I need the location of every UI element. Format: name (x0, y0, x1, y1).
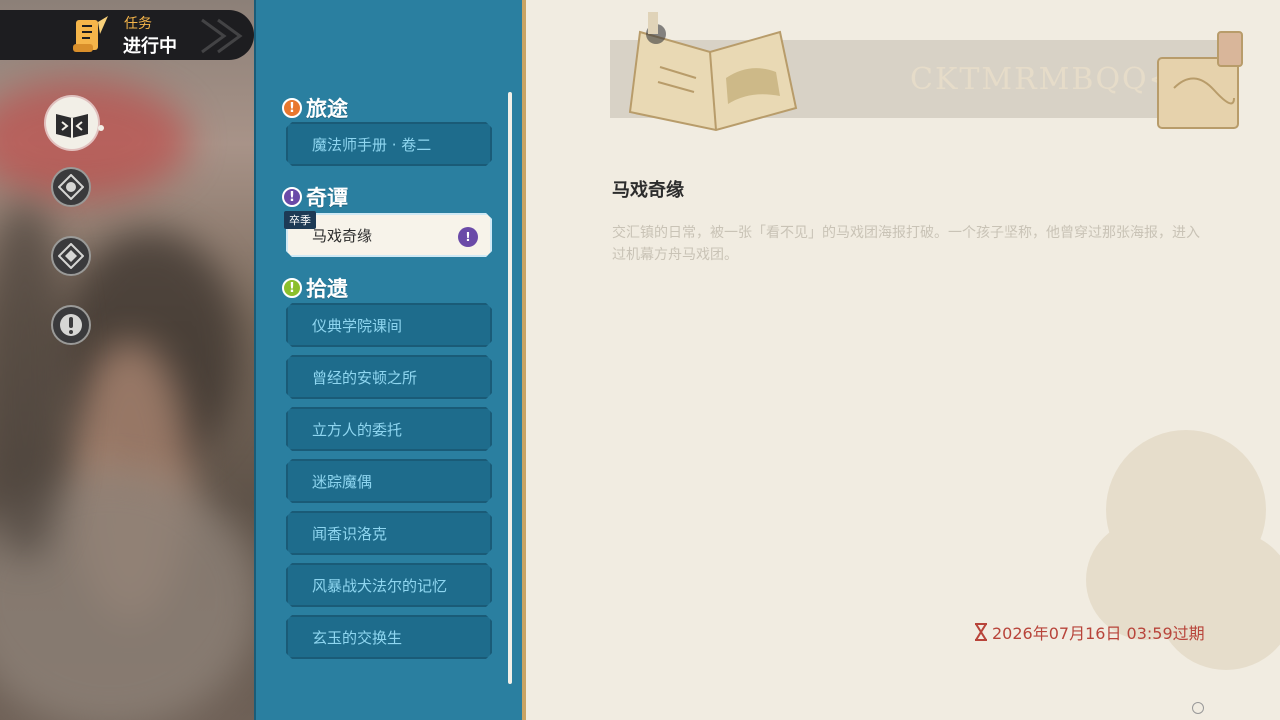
quest-description: 交汇镇的日常，被一张「看不见」的马戏团海报打破。一个孩子坚称，他曾穿过那张海报，… (612, 222, 1280, 266)
category-gleanings[interactable]: ! 拾遗 (282, 273, 348, 303)
quest-item-label: 闻香识洛克 (312, 524, 388, 543)
season-tag: 卒季 (284, 211, 316, 229)
rune-compass-icon (58, 174, 84, 200)
quest-item-label: 立方人的委托 (312, 420, 403, 439)
quest-item[interactable]: 闻香识洛克 (286, 511, 492, 555)
category-label: 旅途 (306, 97, 348, 121)
book-icon[interactable] (46, 97, 98, 149)
description-line: 交汇镇的日常，被一张「看不见」的马戏团海报打破。一个孩子坚称，他曾穿过那张海报，… (612, 225, 1200, 241)
legend-alert-icon: ! (282, 187, 302, 207)
quest-item[interactable]: 立方人的委托 (286, 407, 492, 451)
compass-icon[interactable] (51, 167, 91, 207)
quest-list-panel: ! 旅途 魔法师手册 · 卷二 ! 奇谭 卒季 马戏奇缘 ! ! 拾遗 仪典学院… (254, 0, 526, 720)
category-label: 奇谭 (306, 186, 348, 210)
rune-diamond-icon (58, 243, 84, 269)
open-book-icon (56, 114, 88, 138)
expiry-text: 2026年07月16日 03:59过期 (992, 624, 1205, 643)
quest-item-label: 风暴战犬法尔的记忆 (312, 576, 448, 595)
quest-item-label: 玄玉的交换生 (312, 628, 403, 647)
quest-item-label: 迷踪魔偶 (312, 472, 373, 491)
quest-item-label: 魔法师手册 · 卷二 (312, 135, 432, 154)
quest-item-selected[interactable]: 马戏奇缘 ! (286, 213, 492, 257)
category-legend[interactable]: ! 奇谭 (282, 182, 348, 212)
background-scene (0, 0, 262, 720)
quest-detail-pane: CKTMRMBQQ<S 马戏奇缘 交汇镇的日常，被一张「看不见」的马戏团海报打破… (526, 0, 1280, 720)
header-category: 任务 (124, 16, 152, 32)
expiry-info: 2026年07月16日 03:59过期 (974, 620, 1205, 644)
quest-item[interactable]: 仪典学院课间 (286, 303, 492, 347)
corner-settings-icon[interactable] (1192, 702, 1204, 714)
quest-item[interactable]: 玄玉的交换生 (286, 615, 492, 659)
quest-item-label: 仪典学院课间 (312, 316, 403, 335)
list-scrollbar[interactable] (508, 92, 512, 684)
quest-title: 马戏奇缘 (612, 180, 684, 201)
hourglass-icon (975, 623, 987, 641)
category-label: 拾遗 (306, 277, 348, 301)
description-line: 过机幕方舟马戏团。 (612, 247, 738, 263)
indicator-dot (98, 125, 104, 131)
quest-item[interactable]: 迷踪魔偶 (286, 459, 492, 503)
map-illustration-icon (1157, 31, 1243, 129)
quest-item[interactable]: 风暴战犬法尔的记忆 (286, 563, 492, 607)
journey-alert-icon: ! (282, 98, 302, 118)
exclamation-icon[interactable] (51, 305, 91, 345)
compass-alt-icon[interactable] (51, 236, 91, 276)
quest-header: 任务 进行中 (0, 10, 254, 60)
legend-alert-icon: ! (458, 227, 478, 247)
category-journey[interactable]: ! 旅途 (282, 93, 348, 123)
header-status: 进行中 (123, 36, 177, 57)
header-decoration-icon (201, 18, 243, 54)
emblem-watermark-icon (1086, 430, 1280, 670)
quest-item-label: 马戏奇缘 (312, 226, 373, 245)
quest-item[interactable]: 魔法师手册 · 卷二 (286, 122, 492, 166)
quest-item[interactable]: 曾经的安顿之所 (286, 355, 492, 399)
scroll-quill-icon (73, 16, 108, 52)
alert-icon (60, 314, 82, 336)
open-book-illustration-icon (628, 12, 798, 132)
gleanings-alert-icon: ! (282, 278, 302, 298)
quest-item-label: 曾经的安顿之所 (312, 368, 418, 387)
